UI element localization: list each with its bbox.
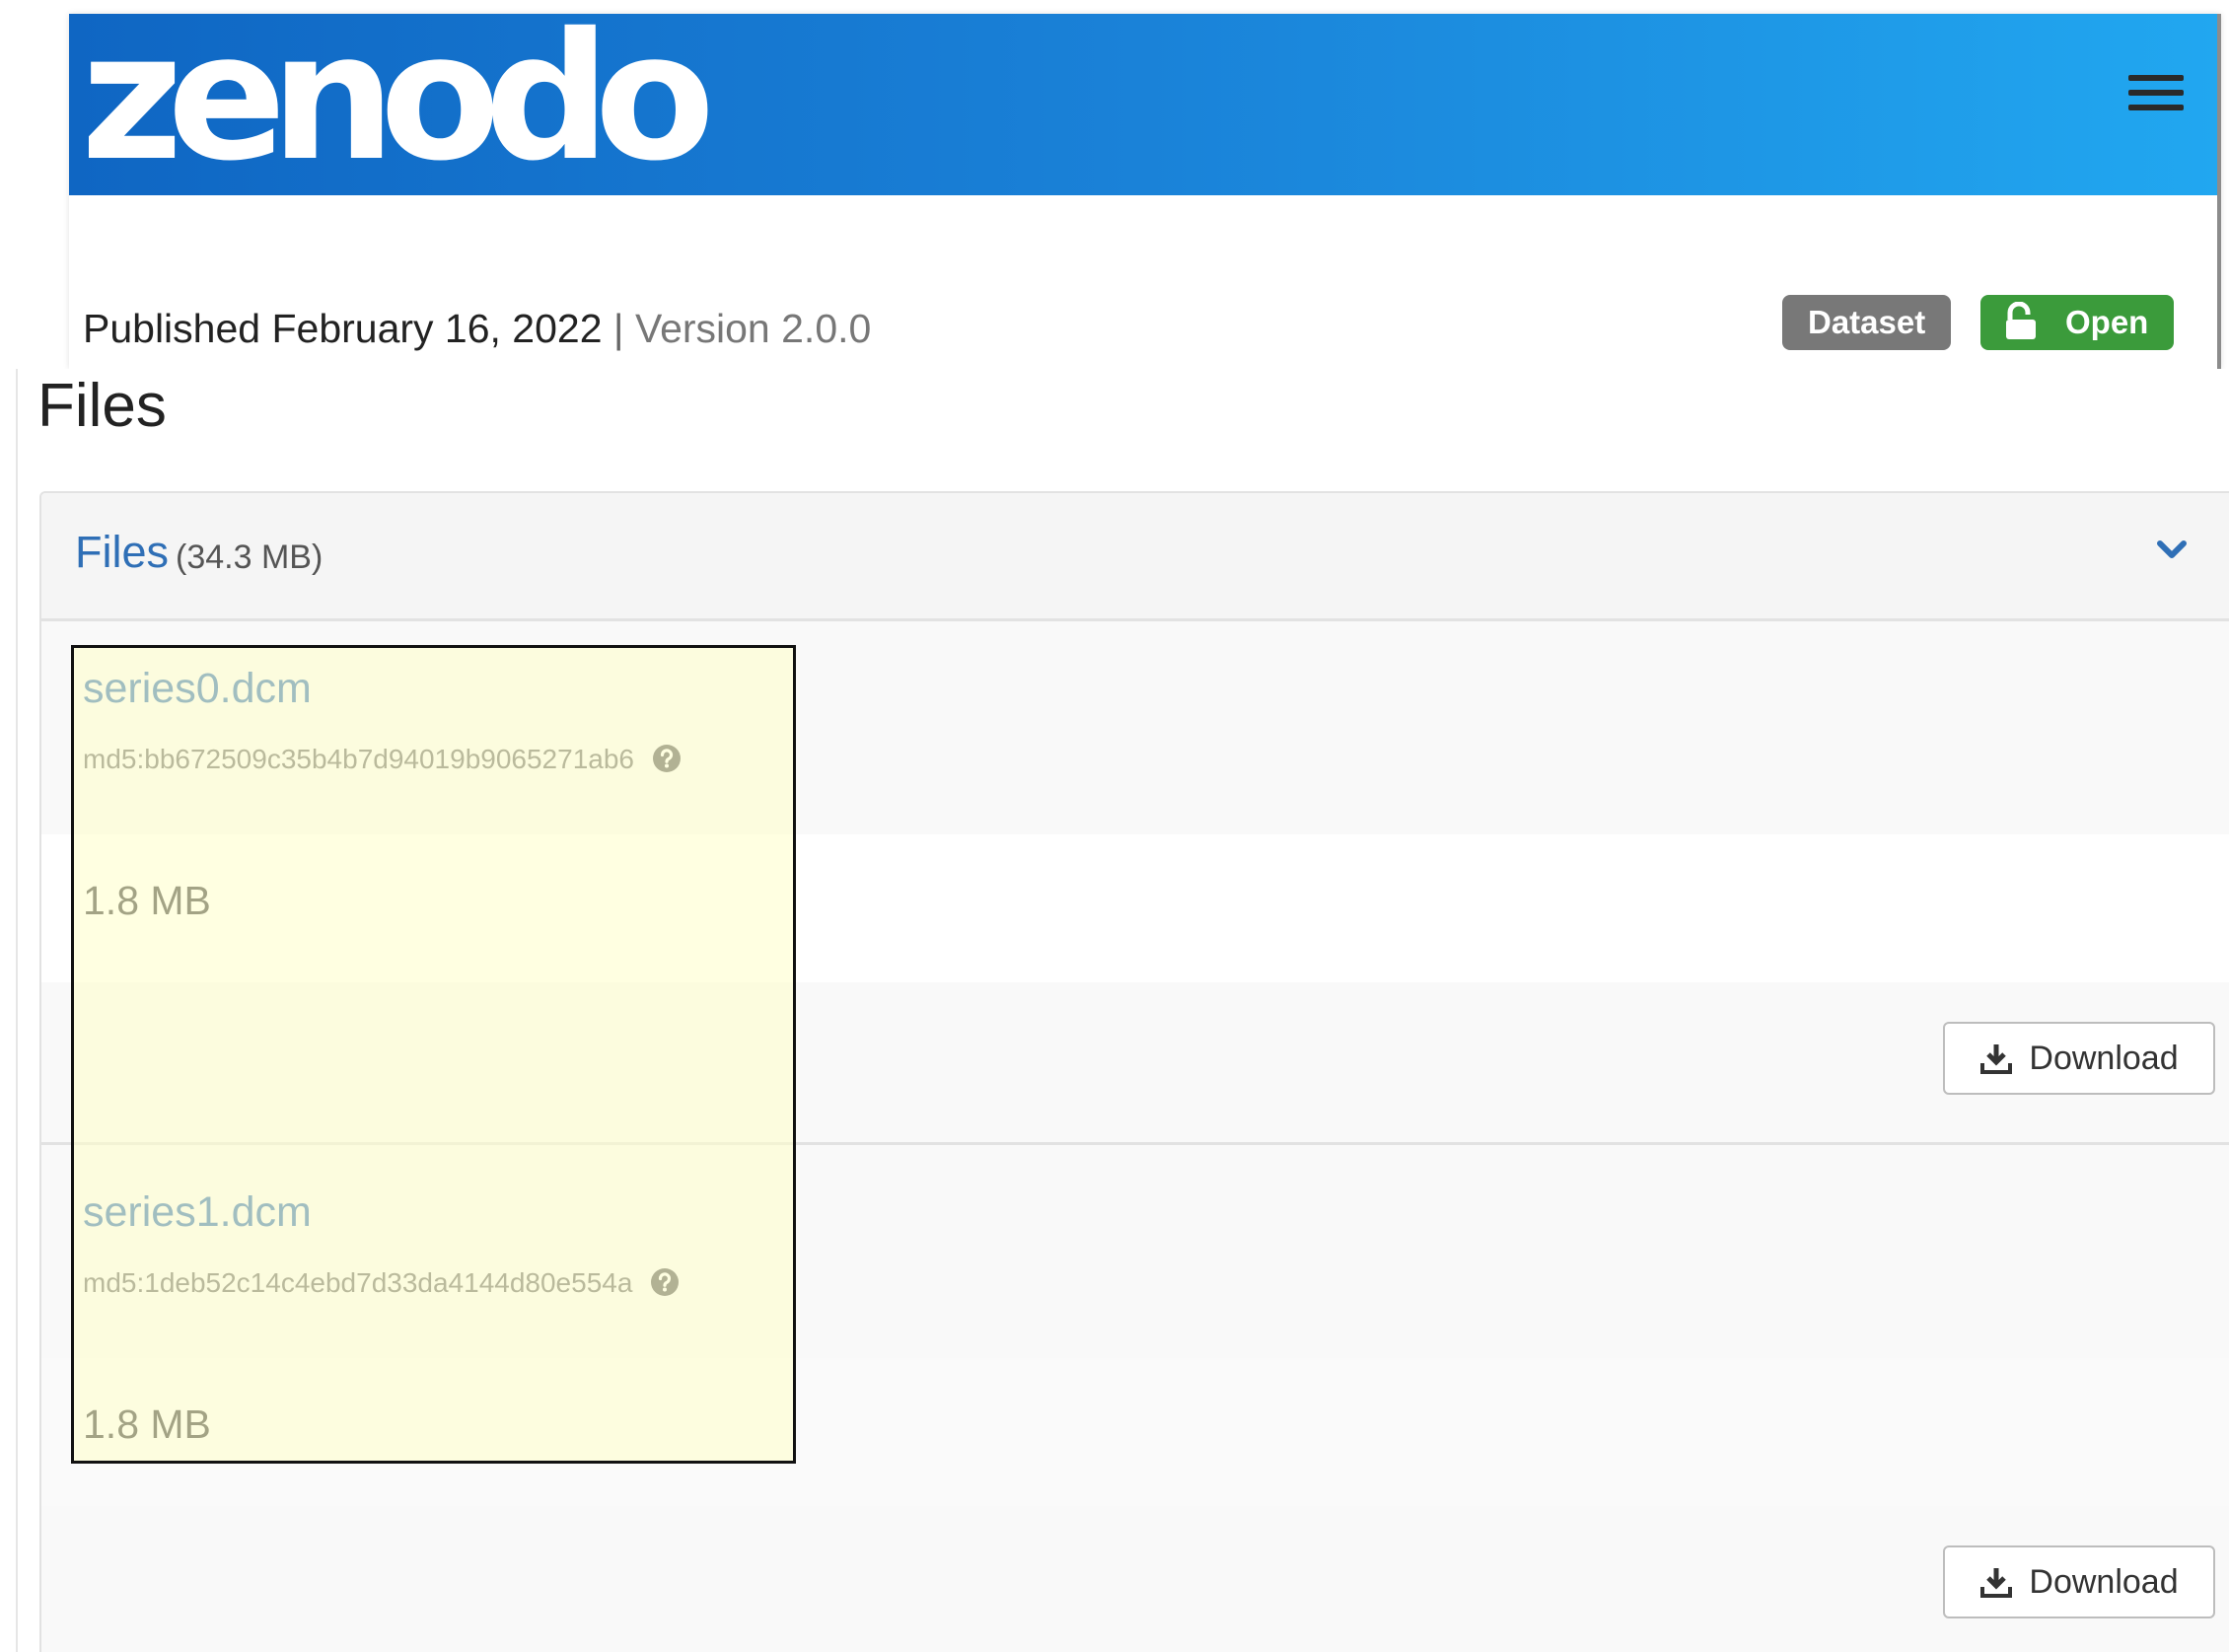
download-icon: [1980, 1568, 2013, 1598]
files-panel-toggle[interactable]: Files (34.3 MB): [41, 493, 2229, 621]
file-row: series0.dcm md5:bb672509c35b4b7d94019b90…: [41, 621, 2229, 1142]
dataset-badge: Dataset: [1782, 295, 1952, 350]
download-label: Download: [2029, 1562, 2179, 1601]
files-panel-title[interactable]: Files: [75, 527, 169, 578]
question-circle-icon[interactable]: [652, 744, 682, 773]
zenodo-logo[interactable]: zenodo: [81, 10, 715, 195]
published-date: Published February 16, 2022: [83, 306, 603, 351]
download-button[interactable]: Download: [1943, 1545, 2215, 1618]
open-access-badge: Open: [1980, 295, 2175, 350]
files-panel: Files (34.3 MB) series0.dcm md5:bb672509…: [39, 491, 2229, 1652]
file-checksum: md5:bb672509c35b4b7d94019b9065271ab6: [83, 744, 682, 775]
hamburger-menu-icon[interactable]: [2128, 75, 2184, 118]
download-icon: [1980, 1044, 2013, 1074]
publish-info: Published February 16, 2022 | Version 2.…: [83, 306, 871, 352]
site-header: zenodo: [69, 10, 2217, 195]
unlock-icon: [2006, 302, 2036, 340]
files-total-size: (34.3 MB): [176, 539, 324, 576]
file-md5-text: md5:1deb52c14c4ebd7d33da4144d80e554a: [83, 1267, 633, 1298]
file-name-link[interactable]: series0.dcm: [83, 665, 312, 713]
version-label: Version 2.0.0: [634, 306, 872, 351]
question-circle-icon[interactable]: [650, 1267, 680, 1297]
files-card: Files Files (34.3 MB) series0.dcm md5:bb…: [16, 369, 2229, 1652]
open-badge-label: Open: [2065, 304, 2149, 340]
record-header-card: zenodo Published February 16, 2022 | Ver…: [69, 10, 2221, 369]
files-section-title: Files: [37, 372, 167, 440]
file-name-link[interactable]: series1.dcm: [83, 1188, 312, 1237]
file-size: 1.8 MB: [83, 1401, 211, 1447]
file-md5-text: md5:bb672509c35b4b7d94019b9065271ab6: [83, 744, 634, 774]
chevron-down-icon[interactable]: [2152, 531, 2192, 570]
file-row: series1.dcm md5:1deb52c14c4ebd7d33da4144…: [41, 1142, 2229, 1652]
file-size: 1.8 MB: [83, 878, 211, 923]
download-label: Download: [2029, 1039, 2179, 1077]
file-checksum: md5:1deb52c14c4ebd7d33da4144d80e554a: [83, 1267, 680, 1299]
download-button[interactable]: Download: [1943, 1022, 2215, 1095]
publish-separator: |: [612, 306, 624, 351]
